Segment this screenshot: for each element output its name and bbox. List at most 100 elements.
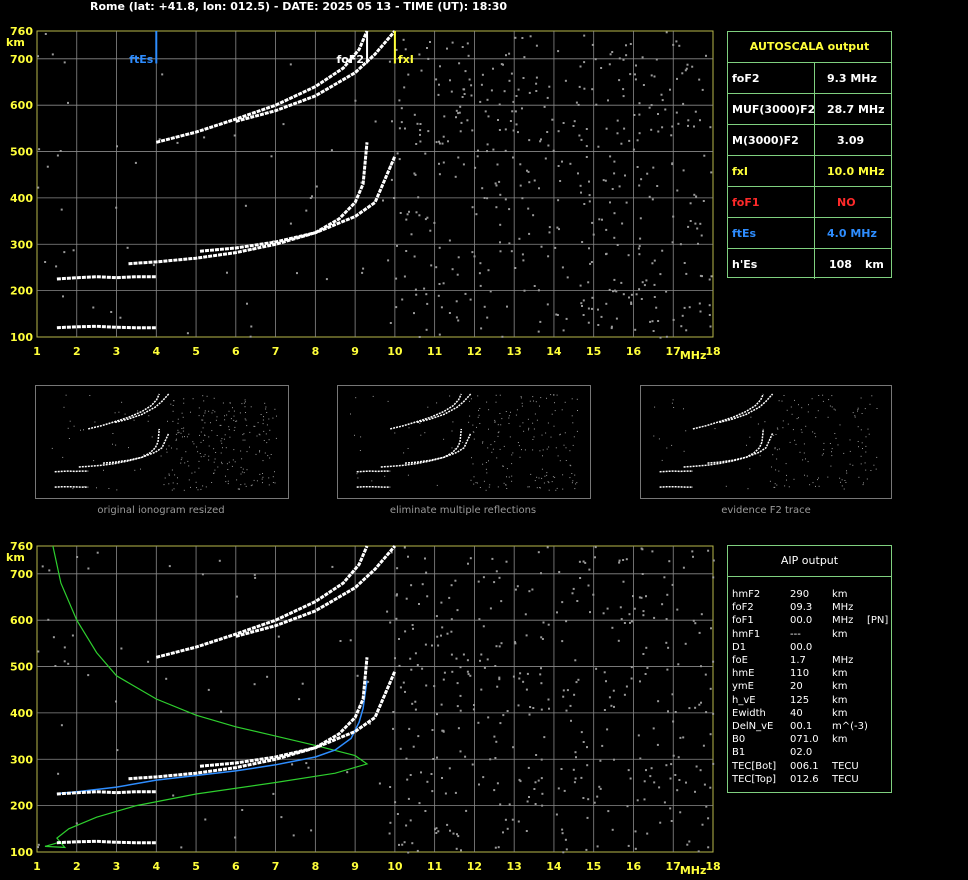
noise-dot: [580, 191, 582, 194]
noise-dot: [710, 171, 713, 174]
aip-unit: km: [832, 681, 848, 693]
noise-dot: [556, 611, 558, 614]
noise-dot: [594, 58, 597, 61]
aip-row-b0: B0 071.0 km: [732, 733, 887, 746]
thumb-trace: [88, 393, 160, 430]
noise-dot: [620, 142, 623, 145]
noise-dot: [409, 819, 412, 822]
noise-dot: [467, 673, 470, 676]
noise-dot: [636, 166, 639, 168]
noise-dot: [648, 106, 651, 109]
x-tick-label: 13: [507, 345, 522, 358]
thumb-noise-dot: [133, 419, 135, 421]
noise-dot: [441, 626, 444, 629]
thumb-noise-dot: [269, 429, 271, 431]
x-tick-label: 13: [507, 860, 522, 873]
noise-dot: [697, 242, 699, 245]
noise-dot: [504, 818, 507, 821]
thumb-noise-dot: [844, 480, 846, 481]
noise-dot: [555, 313, 558, 316]
aip-row-d1: D1 00.0: [732, 641, 887, 654]
thumb-noise-dot: [860, 455, 862, 457]
noise-dot: [688, 840, 691, 843]
noise-dot: [48, 569, 51, 572]
thumb-noise-dot: [208, 436, 210, 438]
noise-dot: [611, 828, 614, 831]
noise-dot: [330, 149, 333, 152]
thumb-noise-dot: [214, 469, 216, 471]
x-tick-label: 6: [232, 860, 240, 873]
noise-dot: [607, 810, 610, 813]
thumb-noise-dot: [865, 445, 867, 447]
thumb-noise-dot: [264, 402, 266, 404]
noise-dot: [449, 829, 451, 832]
noise-dot: [57, 772, 60, 775]
noise-dot: [454, 175, 457, 178]
thumb-noise-dot: [774, 447, 776, 449]
thumb-noise-dot: [508, 476, 510, 478]
noise-dot: [203, 136, 206, 139]
thumb-noise-dot: [172, 420, 174, 422]
noise-dot: [622, 559, 625, 561]
noise-dot: [634, 73, 636, 76]
noise-dot: [707, 817, 710, 820]
noise-dot: [399, 212, 402, 214]
noise-dot: [710, 627, 712, 630]
autoscala-value-cell: 10.0 MHz: [814, 156, 892, 186]
noise-dot: [475, 213, 478, 216]
thumb-noise-dot: [114, 412, 116, 414]
noise-dot: [572, 125, 575, 127]
noise-dot: [629, 621, 631, 624]
x-tick-label: 16: [626, 345, 642, 358]
thumb-noise-dot: [180, 462, 182, 464]
noise-dot: [548, 707, 550, 710]
thumb-noise-dot: [216, 435, 218, 436]
noise-dot: [674, 711, 677, 713]
autoscala-row-fxi: fxI 10.0 MHz: [728, 155, 891, 186]
noise-dot: [398, 843, 400, 846]
x-tick-label: 1: [33, 345, 41, 358]
thumb-noise-dot: [843, 452, 845, 454]
noise-dot: [152, 264, 155, 267]
thumb-noise-dot: [268, 477, 270, 479]
thumb-noise-dot: [573, 436, 575, 438]
noise-dot: [481, 187, 484, 190]
noise-dot: [679, 811, 682, 814]
aip-name: DelN_vE: [732, 721, 774, 732]
noise-dot: [687, 124, 689, 127]
noise-dot: [546, 131, 549, 133]
thumb-noise-dot: [746, 444, 747, 446]
noise-dot: [679, 243, 682, 246]
thumbnail-eliminated: [337, 385, 591, 499]
thumb-noise-dot: [263, 430, 265, 432]
aip-name: foE: [732, 655, 748, 666]
thumb-noise-dot: [242, 439, 244, 441]
thumb-noise-dot: [263, 416, 264, 418]
thumb-noise-dot: [503, 482, 505, 484]
noise-dot: [638, 288, 641, 291]
noise-dot: [406, 213, 409, 216]
thumb-noise-dot: [250, 485, 252, 487]
autoscala-value: 28.7 MHz: [827, 103, 885, 116]
noise-dot: [310, 829, 313, 832]
thumb-noise-dot: [793, 478, 795, 480]
thumb-noise-dot: [204, 454, 206, 456]
noise-dot: [37, 55, 39, 58]
autoscala-label: foF2: [732, 72, 760, 85]
thumb-noise-dot: [223, 438, 225, 440]
noise-dot: [425, 293, 428, 296]
noise-dot: [588, 194, 591, 197]
noise-dot: [532, 707, 535, 709]
thumb-noise-dot: [267, 455, 269, 457]
noise-dot: [518, 237, 521, 240]
noise-dot: [459, 105, 462, 108]
noise-dot: [478, 272, 481, 275]
noise-dot: [511, 110, 514, 113]
noise-dot: [459, 709, 462, 712]
thumb-noise-dot: [245, 485, 247, 487]
thumb-trace: [659, 470, 693, 473]
thumb-noise-dot: [167, 420, 168, 422]
thumb-noise-dot: [168, 445, 170, 447]
thumb-noise-dot: [181, 412, 183, 414]
thumb-noise-dot: [188, 433, 190, 435]
